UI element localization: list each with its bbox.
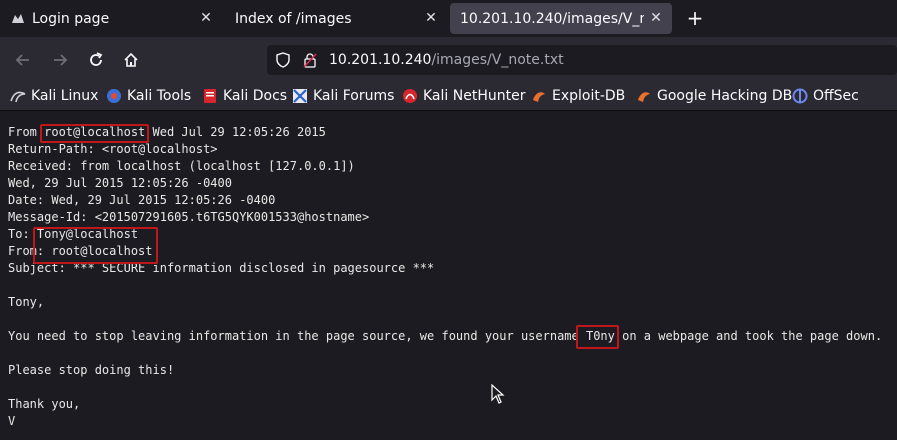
text-line: Wed, 29 Jul 2015 12:05:26 -0400 <box>8 176 232 190</box>
insecure-lock-icon[interactable] <box>302 52 318 72</box>
text-line: Thank you, <box>8 397 81 411</box>
shield-icon[interactable] <box>275 52 291 72</box>
offsec-icon <box>792 88 808 104</box>
exploit-db-icon <box>531 88 547 104</box>
text-line: Tony, <box>8 295 45 309</box>
new-tab-button[interactable]: + <box>683 6 707 30</box>
mouse-cursor-icon <box>491 383 505 408</box>
nethunter-icon <box>402 88 418 104</box>
highlight-box-username <box>576 325 619 349</box>
bookmark-kali-linux[interactable]: Kali Linux <box>10 87 98 105</box>
bookmark-google-hacking-db[interactable]: Google Hacking DB <box>636 87 792 105</box>
bookmark-kali-docs[interactable]: Kali Docs <box>202 87 287 105</box>
kali-docs-icon <box>202 88 218 104</box>
bookmark-label: Kali Docs <box>223 88 288 104</box>
back-arrow-icon <box>15 54 29 66</box>
document-body: From root@localhost Wed Jul 29 12:05:26 … <box>0 111 897 440</box>
bookmark-label: Exploit-DB <box>552 88 626 104</box>
kali-forums-icon <box>292 88 308 104</box>
bookmark-exploit-db[interactable]: Exploit-DB <box>531 87 625 105</box>
bookmark-kali-tools[interactable]: Kali Tools <box>106 87 191 105</box>
back-button[interactable] <box>12 49 34 71</box>
tab-index-of-images[interactable]: Index of /images ✕ <box>225 3 447 34</box>
tab-bar: Login page ✕ Index of /images ✕ 10.201.1… <box>0 0 897 37</box>
bookmark-label: OffSec <box>813 88 859 104</box>
close-icon[interactable]: ✕ <box>198 10 214 26</box>
tab-login-page[interactable]: Login page ✕ <box>0 3 222 34</box>
url-host: 10.201.10.240 <box>329 52 432 68</box>
tab-title: Index of /images <box>235 10 352 27</box>
tab-v-note[interactable]: 10.201.10.240/images/V_note.txt ✕ <box>450 3 672 34</box>
text-line: Message-Id: <201507291605.t6TG5QYK001533… <box>8 210 370 224</box>
bookmark-kali-forums[interactable]: Kali Forums <box>292 87 394 105</box>
reload-button[interactable] <box>85 49 107 71</box>
home-button[interactable] <box>120 49 142 71</box>
text-line: Return-Path: <root@localhost> <box>8 142 218 156</box>
bookmark-label: Kali NetHunter <box>423 88 526 104</box>
tab-title: 10.201.10.240/images/V_note.txt <box>460 10 644 27</box>
highlight-box-from-root <box>40 124 149 143</box>
ghdb-icon <box>636 88 652 104</box>
bookmark-label: Google Hacking DB <box>657 88 793 104</box>
bookmark-kali-nethunter[interactable]: Kali NetHunter <box>402 87 525 105</box>
text-line: Received: from localhost (localhost [127… <box>8 159 355 173</box>
navigation-bar: 10.201.10.240/images/V_note.txt <box>0 37 897 82</box>
home-icon <box>124 52 138 67</box>
kali-dragon-icon <box>10 88 26 104</box>
bookmark-label: Kali Linux <box>31 88 99 104</box>
bookmark-label: Kali Tools <box>127 88 192 104</box>
text-line: V <box>8 414 16 428</box>
kali-tools-icon <box>106 88 122 104</box>
forward-arrow-icon <box>54 54 68 66</box>
forward-button[interactable] <box>49 49 71 71</box>
kali-dragon-icon <box>10 11 26 27</box>
close-icon[interactable]: ✕ <box>648 10 664 26</box>
text-line: Please stop doing this! <box>8 363 175 377</box>
tab-title: Login page <box>32 10 110 27</box>
bookmarks-bar: Kali Linux Kali Tools Kali Docs Kali For… <box>0 82 897 111</box>
url-path: /images/V_note.txt <box>431 52 564 68</box>
bookmark-label: Kali Forums <box>313 88 395 104</box>
reload-icon <box>90 52 103 66</box>
bookmark-offsec[interactable]: OffSec <box>792 87 859 105</box>
highlight-box-to-from <box>33 227 158 264</box>
text-line: Date: Wed, 29 Jul 2015 12:05:26 -0400 <box>8 193 276 207</box>
text-line: You need to stop leaving information in … <box>8 329 883 343</box>
url-bar[interactable]: 10.201.10.240/images/V_note.txt <box>267 45 897 75</box>
close-icon[interactable]: ✕ <box>423 10 439 26</box>
url-text[interactable]: 10.201.10.240/images/V_note.txt <box>329 52 564 68</box>
